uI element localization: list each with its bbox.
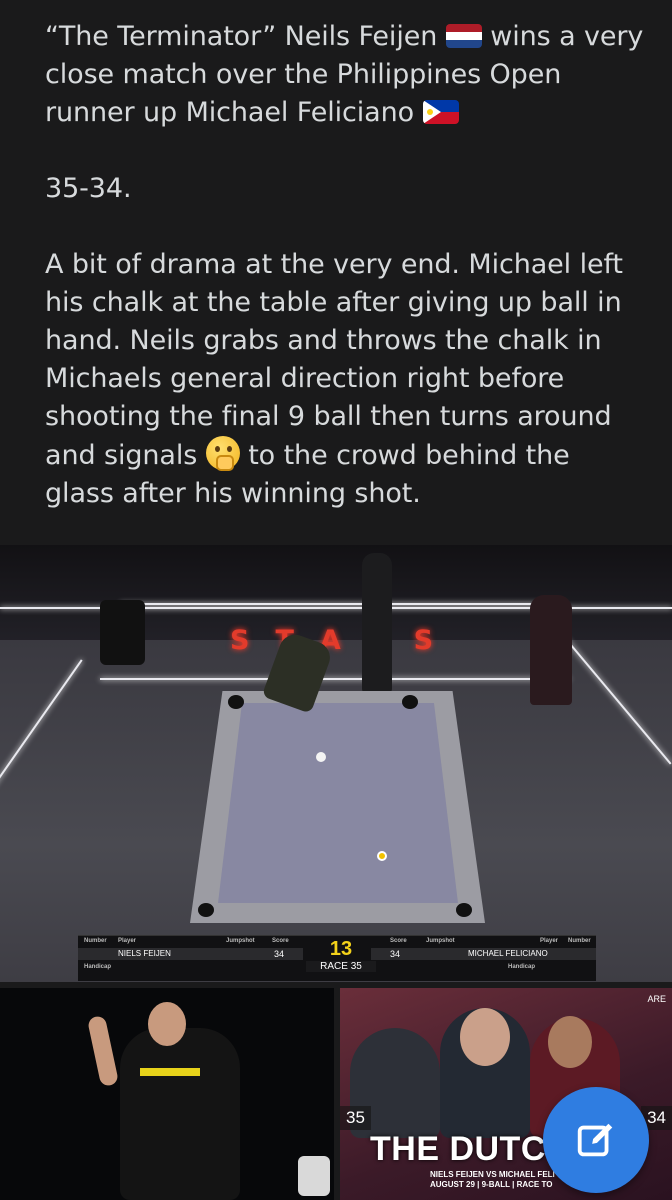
thumbnail-inset: [298, 1156, 330, 1196]
opponent-figure: [530, 595, 572, 705]
pocket: [402, 695, 418, 709]
pool-table-cloth: [218, 703, 458, 903]
poster-score-left: 35: [340, 1106, 371, 1130]
edit-icon: [577, 1123, 613, 1157]
pool-match-image[interactable]: S T A R S Number Player Jumpshot Score S…: [0, 545, 672, 982]
pocket: [228, 695, 244, 709]
celebration-image[interactable]: [0, 988, 334, 1200]
player-right-name: MICHAEL FELICIANO: [468, 949, 548, 958]
netherlands-flag-icon: [445, 24, 482, 48]
philippines-flag-icon: [422, 100, 459, 124]
player-raised-arm: [86, 1014, 120, 1088]
nine-ball: [377, 851, 387, 861]
post-paragraph-headline: “The Terminator” Neils Feijen wins a ver…: [45, 18, 644, 132]
poster-face-right: [548, 1016, 592, 1068]
post-body: “The Terminator” Neils Feijen wins a ver…: [0, 0, 672, 545]
scoreboard: Number Player Jumpshot Score Score Jumps…: [78, 935, 596, 981]
shirt-stripe: [140, 1068, 200, 1076]
sb-label-handicap: Handicap: [84, 964, 112, 970]
neon-line-back: [120, 603, 550, 605]
scoreboard-center: 13 RACE 35: [306, 936, 376, 982]
sb-label-score: Score: [272, 938, 289, 944]
sb-label-player-right: Player: [540, 938, 559, 944]
stars-sign: S T A R S: [230, 625, 433, 656]
player-head: [148, 1002, 186, 1046]
sign-letter: S: [230, 625, 250, 656]
race-label: RACE 35: [306, 961, 376, 972]
poster-face-center: [460, 1008, 510, 1066]
shushing-face-icon: [205, 436, 240, 471]
poster-title: THE DUTC: [370, 1130, 546, 1168]
compose-button[interactable]: [543, 1087, 649, 1193]
drama-text-a: A bit of drama at the very end. Michael …: [45, 249, 623, 471]
pocket: [198, 903, 214, 917]
chair-left: [100, 600, 145, 665]
referee-figure: [362, 553, 392, 693]
headline-text-a: “The Terminator” Neils Feijen: [45, 21, 438, 52]
sb-label-number-right: Number: [568, 938, 591, 944]
post-paragraph-score: 35-34.: [45, 173, 132, 204]
frame-number: 13: [329, 938, 353, 960]
sb-label-handicap-right: Handicap: [508, 964, 536, 970]
sb-label-number: Number: [84, 938, 107, 944]
player-left-name: NIELS FEIJEN: [118, 949, 171, 958]
arena-logo: ARE: [647, 994, 666, 1004]
sign-letter: S: [413, 625, 434, 656]
player-left-score: 34: [274, 949, 285, 959]
sb-label-player: Player: [118, 938, 137, 944]
scoreboard-left-row: [78, 948, 303, 960]
sb-label-score-right: Score: [390, 938, 407, 944]
cue-ball: [316, 752, 326, 762]
neon-line-mid: [100, 678, 570, 680]
sb-label-jumpshot-right: Jumpshot: [426, 938, 455, 944]
sb-label-jumpshot: Jumpshot: [226, 938, 255, 944]
player-right-score: 34: [390, 949, 401, 959]
player-torso: [120, 1028, 240, 1200]
post-paragraph-drama: A bit of drama at the very end. Michael …: [45, 246, 644, 513]
pocket: [456, 903, 472, 917]
